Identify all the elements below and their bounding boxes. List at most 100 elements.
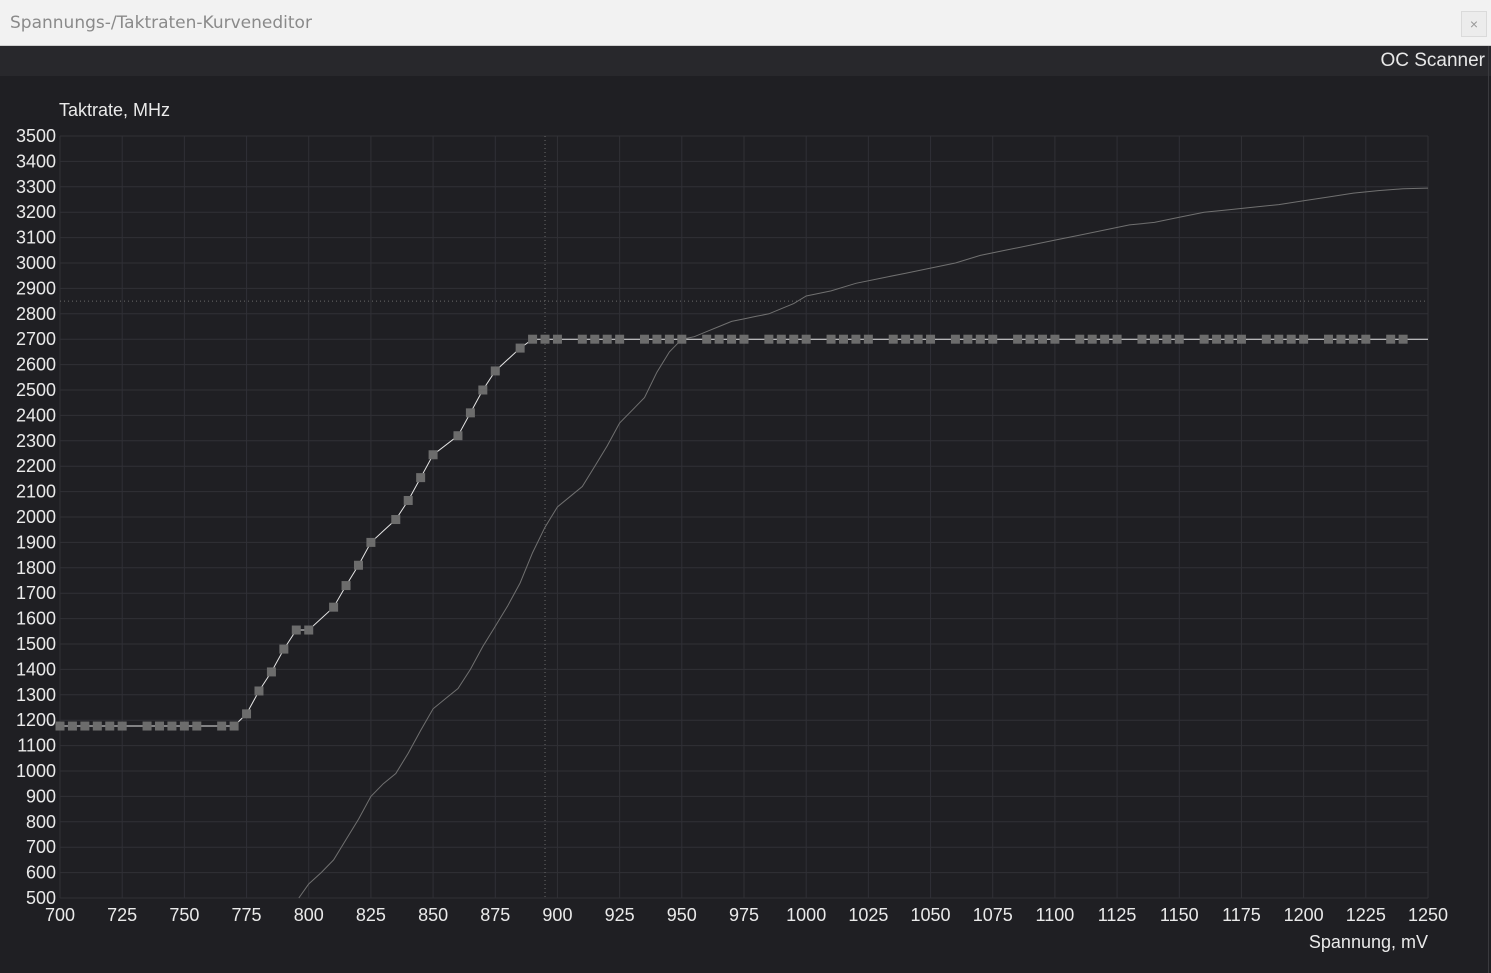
y-tick-label: 1900	[16, 532, 56, 552]
curve-point[interactable]	[403, 495, 413, 505]
x-tick-label: 1175	[1222, 905, 1261, 925]
curve-point[interactable]	[1324, 334, 1334, 344]
curve-point[interactable]	[453, 431, 463, 441]
curve-point[interactable]	[1112, 334, 1122, 344]
curve-point[interactable]	[540, 334, 550, 344]
curve-point[interactable]	[105, 721, 115, 731]
curve-point[interactable]	[1274, 334, 1284, 344]
curve-point[interactable]	[67, 721, 77, 731]
curve-point[interactable]	[117, 721, 127, 731]
curve-point[interactable]	[1261, 334, 1271, 344]
curve-point[interactable]	[764, 334, 774, 344]
curve-point[interactable]	[1075, 334, 1085, 344]
curve-point[interactable]	[1286, 334, 1296, 344]
curve-point[interactable]	[341, 581, 351, 591]
curve-point[interactable]	[926, 334, 936, 344]
curve-point[interactable]	[1037, 334, 1047, 344]
curve-point[interactable]	[1025, 334, 1035, 344]
curve-point[interactable]	[1149, 334, 1159, 344]
curve-point[interactable]	[353, 560, 363, 570]
curve-point[interactable]	[1013, 334, 1023, 344]
curve-point[interactable]	[1348, 334, 1358, 344]
curve-point[interactable]	[92, 721, 102, 731]
curve-point[interactable]	[192, 721, 202, 731]
curve-point[interactable]	[577, 334, 587, 344]
curve-point[interactable]	[329, 602, 339, 612]
curve-point[interactable]	[826, 334, 836, 344]
curve-point[interactable]	[366, 537, 376, 547]
curve-point[interactable]	[279, 644, 289, 654]
curve-point[interactable]	[776, 334, 786, 344]
curve-point[interactable]	[391, 515, 401, 525]
curve-point[interactable]	[428, 450, 438, 460]
curve-point[interactable]	[254, 686, 264, 696]
y-tick-label: 2000	[16, 507, 56, 527]
curve-point[interactable]	[664, 334, 674, 344]
curve-point[interactable]	[465, 408, 475, 418]
curve-point[interactable]	[80, 721, 90, 731]
curve-point[interactable]	[1336, 334, 1346, 344]
curve-point[interactable]	[179, 721, 189, 731]
curve-point[interactable]	[988, 334, 998, 344]
curve-point[interactable]	[963, 334, 973, 344]
curve-point[interactable]	[652, 334, 662, 344]
curve-point[interactable]	[677, 334, 687, 344]
curve-point[interactable]	[528, 334, 538, 344]
curve-point[interactable]	[702, 334, 712, 344]
curve-point[interactable]	[1386, 334, 1396, 344]
y-axis-title: Taktrate, MHz	[59, 100, 170, 120]
curve-point[interactable]	[640, 334, 650, 344]
curve-point[interactable]	[838, 334, 848, 344]
curve-point[interactable]	[975, 334, 985, 344]
curve-point[interactable]	[416, 473, 426, 483]
curve-point[interactable]	[1087, 334, 1097, 344]
curve-point[interactable]	[142, 721, 152, 731]
x-tick-label: 1025	[848, 905, 888, 925]
curve-point[interactable]	[167, 721, 177, 731]
toolbar: OC Scanner	[0, 46, 1491, 76]
curve-point[interactable]	[154, 721, 164, 731]
curve-point[interactable]	[1236, 334, 1246, 344]
curve-point[interactable]	[1199, 334, 1209, 344]
curve-point[interactable]	[291, 625, 301, 635]
curve-point[interactable]	[801, 334, 811, 344]
curve-point[interactable]	[789, 334, 799, 344]
curve-point[interactable]	[1299, 334, 1309, 344]
curve-point[interactable]	[304, 625, 314, 635]
curve-point[interactable]	[1224, 334, 1234, 344]
curve-point[interactable]	[515, 343, 525, 353]
curve-point[interactable]	[615, 334, 625, 344]
x-tick-label: 1225	[1346, 905, 1386, 925]
curve-point[interactable]	[901, 334, 911, 344]
x-tick-label: 900	[542, 905, 572, 925]
curve-point[interactable]	[1212, 334, 1222, 344]
voltage-frequency-chart[interactable]: 5006007008009001000110012001300140015001…	[0, 76, 1488, 973]
curve-point[interactable]	[602, 334, 612, 344]
curve-point[interactable]	[1137, 334, 1147, 344]
curve-point[interactable]	[478, 385, 488, 395]
curve-point[interactable]	[552, 334, 562, 344]
curve-point[interactable]	[714, 334, 724, 344]
curve-point[interactable]	[1361, 334, 1371, 344]
curve-point[interactable]	[1174, 334, 1184, 344]
curve-point[interactable]	[490, 366, 500, 376]
oc-scanner-button[interactable]: OC Scanner	[1380, 50, 1485, 72]
curve-point[interactable]	[851, 334, 861, 344]
curve-point[interactable]	[1398, 334, 1408, 344]
curve-point[interactable]	[229, 721, 239, 731]
curve-point[interactable]	[888, 334, 898, 344]
curve-point[interactable]	[55, 721, 65, 731]
curve-point[interactable]	[913, 334, 923, 344]
curve-point[interactable]	[1050, 334, 1060, 344]
curve-point[interactable]	[217, 721, 227, 731]
curve-point[interactable]	[950, 334, 960, 344]
curve-point[interactable]	[1100, 334, 1110, 344]
curve-point[interactable]	[739, 334, 749, 344]
curve-point[interactable]	[590, 334, 600, 344]
curve-point[interactable]	[1162, 334, 1172, 344]
curve-point[interactable]	[266, 667, 276, 677]
curve-point[interactable]	[863, 334, 873, 344]
close-button[interactable]: ×	[1461, 11, 1487, 37]
curve-point[interactable]	[242, 709, 252, 719]
curve-point[interactable]	[727, 334, 737, 344]
